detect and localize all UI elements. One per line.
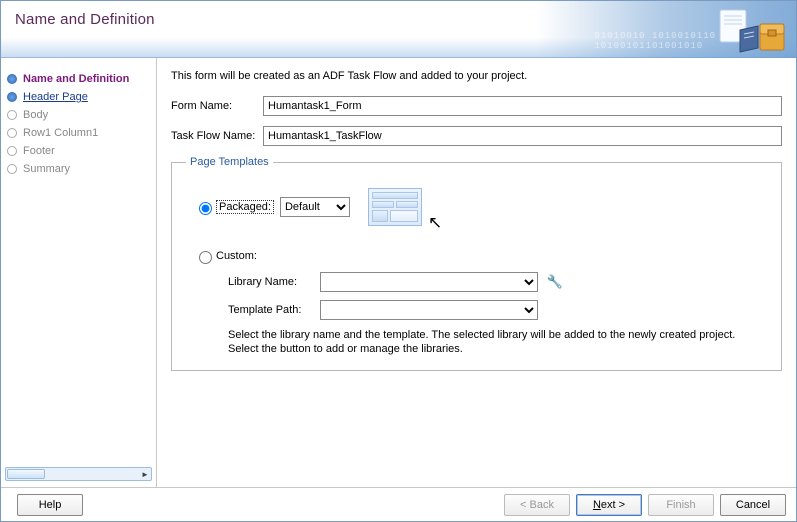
step-bullet-icon xyxy=(7,92,17,102)
task-flow-input[interactable] xyxy=(263,126,782,146)
wizard-header: Name and Definition 01010010 1010010110 … xyxy=(1,1,796,58)
next-button[interactable]: Next > xyxy=(576,494,642,516)
custom-row: Custom: xyxy=(194,248,767,264)
cancel-button[interactable]: Cancel xyxy=(720,494,786,516)
wizard-nav: Name and Definition Header Page Body Row… xyxy=(1,58,157,487)
step-bullet-icon xyxy=(7,110,17,120)
mouse-cursor-icon: ↖ xyxy=(428,213,442,233)
form-name-label: Form Name: xyxy=(171,100,263,112)
form-name-row: Form Name: xyxy=(171,96,782,116)
task-flow-label: Task Flow Name: xyxy=(171,130,263,142)
nav-scrollbar[interactable]: ◄ ► xyxy=(5,467,152,481)
nav-step-row1-column1[interactable]: Row1 Column1 xyxy=(5,124,152,142)
page-templates-group: Page Templates Packaged: Default ↖ Custo… xyxy=(171,156,782,371)
library-row: Library Name: 🔧 xyxy=(228,272,767,292)
custom-block: Library Name: 🔧 Template Path: Select th… xyxy=(228,272,767,356)
manage-libraries-button[interactable]: 🔧 xyxy=(544,272,566,292)
template-path-combo[interactable] xyxy=(320,300,538,320)
step-bullet-icon xyxy=(7,128,17,138)
scroll-thumb[interactable] xyxy=(7,469,45,479)
library-label: Library Name: xyxy=(228,276,320,288)
nav-step-summary[interactable]: Summary xyxy=(5,160,152,178)
template-hint: Select the library name and the template… xyxy=(228,328,767,356)
custom-label[interactable]: Custom: xyxy=(216,250,257,262)
finish-button[interactable]: Finish xyxy=(648,494,714,516)
banner-icons xyxy=(668,4,788,54)
packaged-radio[interactable] xyxy=(199,202,212,215)
packaged-combo[interactable]: Default xyxy=(280,197,350,217)
page-templates-legend: Page Templates xyxy=(186,156,273,168)
template-path-label: Template Path: xyxy=(228,304,320,316)
task-flow-row: Task Flow Name: xyxy=(171,126,782,146)
packaged-label[interactable]: Packaged: xyxy=(216,200,274,214)
intro-text: This form will be created as an ADF Task… xyxy=(171,70,782,82)
help-button[interactable]: Help xyxy=(17,494,83,516)
nav-step-header-page[interactable]: Header Page xyxy=(5,88,152,106)
step-bullet-icon xyxy=(7,146,17,156)
step-bullet-icon xyxy=(7,74,17,84)
wizard-footer: Help < Back Next > Finish Cancel xyxy=(1,487,796,521)
form-name-input[interactable] xyxy=(263,96,782,116)
template-path-row: Template Path: xyxy=(228,300,767,320)
step-bullet-icon xyxy=(7,164,17,174)
back-button[interactable]: < Back xyxy=(504,494,570,516)
custom-radio[interactable] xyxy=(199,251,212,264)
template-preview-icon xyxy=(368,188,422,226)
library-combo[interactable] xyxy=(320,272,538,292)
nav-step-footer[interactable]: Footer xyxy=(5,142,152,160)
nav-step-body[interactable]: Body xyxy=(5,106,152,124)
packaged-row: Packaged: Default ↖ xyxy=(194,188,767,226)
content-panel: This form will be created as an ADF Task… xyxy=(157,58,796,487)
scroll-right-icon[interactable]: ► xyxy=(138,468,152,480)
nav-step-name-definition[interactable]: Name and Definition xyxy=(5,70,152,88)
main-area: Name and Definition Header Page Body Row… xyxy=(1,58,796,487)
wrench-icon: 🔧 xyxy=(547,274,563,290)
